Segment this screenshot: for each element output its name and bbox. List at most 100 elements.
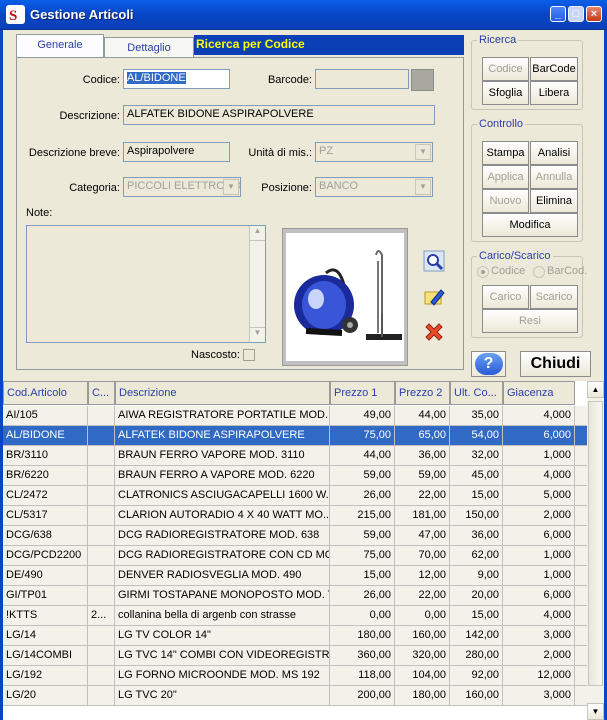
modifica-button[interactable]: Modifica	[482, 213, 578, 237]
column-header-giacenza[interactable]: Giacenza	[503, 381, 575, 405]
column-header-prezzo1[interactable]: Prezzo 1	[330, 381, 395, 405]
cell-prezzo1: 15,00	[330, 566, 395, 586]
cell-c	[88, 446, 115, 466]
column-header-c[interactable]: C...	[88, 381, 115, 405]
cell-c: 2...	[88, 606, 115, 626]
table-row[interactable]: CL/5317 CLARION AUTORADIO 4 X 40 WATT MO.…	[3, 506, 587, 526]
cell-prezzo1: 75,00	[330, 546, 395, 566]
ricerca-barcode-button[interactable]: BarCode	[530, 57, 578, 81]
table-scrollbar[interactable]: ▲ ▼	[587, 381, 604, 720]
carico-button[interactable]: Carico	[482, 285, 529, 309]
column-header-cod-articolo[interactable]: Cod.Articolo	[3, 381, 88, 405]
table-row[interactable]: AI/105 AIWA REGISTRATORE PORTATILE MOD. .…	[3, 406, 587, 426]
cell-cod-articolo: LG/14	[3, 626, 88, 646]
cell-descrizione: DENVER RADIOSVEGLIA MOD. 490	[115, 566, 330, 586]
column-header-ult-costo[interactable]: Ult. Co...	[450, 381, 503, 405]
radio-codice[interactable]	[477, 266, 489, 278]
cell-descrizione: ALFATEK BIDONE ASPIRAPOLVERE	[115, 426, 330, 446]
table-row[interactable]: GI/TP01 GIRMI TOSTAPANE MONOPOSTO MOD. T.…	[3, 586, 587, 606]
table-row[interactable]: DCG/PCD2200 DCG RADIOREGISTRATORE CON CD …	[3, 546, 587, 566]
chiudi-button[interactable]: Chiudi	[520, 351, 591, 377]
zoom-image-icon[interactable]	[423, 250, 445, 272]
cell-c	[88, 586, 115, 606]
cell-descrizione: DCG RADIOREGISTRATORE CON CD MO...	[115, 546, 330, 566]
table-row[interactable]: BR/3110 BRAUN FERRO VAPORE MOD. 3110 44,00…	[3, 446, 587, 466]
scarico-button[interactable]: Scarico	[530, 285, 578, 309]
table-row[interactable]: CL/2472 CLATRONICS ASCIUGACAPELLI 1600 W.…	[3, 486, 587, 506]
cell-prezzo2: 0,00	[395, 606, 450, 626]
cell-c	[88, 666, 115, 686]
table-row[interactable]: LG/20 LG TVC 20" 200,00 180,00 160,00 3,000	[3, 686, 587, 706]
nascosto-checkbox[interactable]	[243, 349, 255, 361]
help-button[interactable]: ?	[471, 351, 506, 377]
resi-button[interactable]: Resi	[482, 309, 578, 333]
radio-codice-label: Codice	[491, 265, 526, 277]
barcode-scan-button[interactable]	[411, 69, 434, 91]
cell-giacenza: 5,000	[503, 486, 575, 506]
cell-prezzo2: 320,00	[395, 646, 450, 666]
cell-descrizione: BRAUN FERRO VAPORE MOD. 3110	[115, 446, 330, 466]
table-row[interactable]: LG/192 LG FORNO MICROONDE MOD. MS 192 118,…	[3, 666, 587, 686]
cell-prezzo2: 47,00	[395, 526, 450, 546]
note-label: Note:	[26, 207, 53, 219]
barcode-input[interactable]	[315, 69, 409, 89]
carico-scarico-title: Carico/Scarico	[477, 250, 553, 262]
cell-descrizione: LG TVC 14" COMBI CON VIDEOREGISTR...	[115, 646, 330, 666]
cell-prezzo1: 75,00	[330, 426, 395, 446]
annulla-button[interactable]: Annulla	[530, 165, 578, 189]
cell-prezzo2: 180,00	[395, 686, 450, 706]
posizione-select[interactable]: BANCO ▼	[315, 177, 433, 197]
scroll-up-icon[interactable]: ▲	[587, 381, 604, 398]
table-row[interactable]: DCG/638 DCG RADIOREGISTRATORE MOD. 638 59,…	[3, 526, 587, 546]
cell-prezzo1: 49,00	[330, 406, 395, 426]
table-row[interactable]: AL/BIDONE ALFATEK BIDONE ASPIRAPOLVERE 75,…	[3, 426, 587, 446]
cell-prezzo2: 104,00	[395, 666, 450, 686]
table-row[interactable]: LG/14COMBI LG TVC 14" COMBI CON VIDEOREGI…	[3, 646, 587, 666]
minimize-button[interactable]: _	[550, 6, 566, 22]
codice-input[interactable]: AL/BIDONE	[123, 69, 230, 89]
column-header-descrizione[interactable]: Descrizione	[115, 381, 330, 405]
table-row[interactable]: DE/490 DENVER RADIOSVEGLIA MOD. 490 15,00 1…	[3, 566, 587, 586]
ricerca-codice-button[interactable]: Codice	[482, 57, 529, 81]
note-scrollbar[interactable]: ▲ ▼	[249, 226, 265, 342]
table-row[interactable]: LG/14 LG TV COLOR 14" 180,00 160,00 142,00 3,…	[3, 626, 587, 646]
cell-ult-costo: 54,00	[450, 426, 503, 446]
unita-select[interactable]: PZ ▼	[315, 142, 433, 162]
delete-image-icon[interactable]	[423, 322, 445, 344]
scroll-thumb[interactable]	[588, 401, 603, 686]
cell-cod-articolo: AI/105	[3, 406, 88, 426]
analisi-button[interactable]: Analisi	[530, 141, 578, 165]
stampa-button[interactable]: Stampa	[482, 141, 529, 165]
categoria-label: Categoria:	[69, 182, 120, 194]
edit-image-icon[interactable]	[423, 286, 445, 308]
cell-ult-costo: 15,00	[450, 486, 503, 506]
sfoglia-button[interactable]: Sfoglia	[482, 81, 529, 105]
close-button[interactable]: ×	[586, 6, 602, 22]
tab-generale[interactable]: Generale	[16, 34, 104, 58]
applica-button[interactable]: Applica	[482, 165, 529, 189]
cell-giacenza: 4,000	[503, 466, 575, 486]
search-mode-banner: Ricerca per Codice	[194, 35, 464, 55]
column-header-prezzo2[interactable]: Prezzo 2	[395, 381, 450, 405]
table-row[interactable]: BR/6220 BRAUN FERRO A VAPORE MOD. 6220 59,…	[3, 466, 587, 486]
cell-cod-articolo: AL/BIDONE	[3, 426, 88, 446]
descrizione-breve-input[interactable]: Aspirapolvere	[123, 142, 230, 162]
scroll-down-icon[interactable]: ▼	[587, 703, 604, 720]
elimina-button[interactable]: Elimina	[530, 189, 578, 213]
cell-prezzo1: 26,00	[330, 586, 395, 606]
cell-descrizione: collanina bella di argenb con strasse	[115, 606, 330, 626]
nuovo-button[interactable]: Nuovo	[482, 189, 529, 213]
libera-button[interactable]: Libera	[530, 81, 578, 105]
categoria-select[interactable]: PICCOLI ELETTRODO ▼	[123, 177, 241, 197]
cell-ult-costo: 36,00	[450, 526, 503, 546]
descrizione-label: Descrizione:	[59, 110, 120, 122]
descrizione-input[interactable]: ALFATEK BIDONE ASPIRAPOLVERE	[123, 105, 435, 125]
cell-giacenza: 12,000	[503, 666, 575, 686]
table-row[interactable]: !KTTS 2... collanina bella di argenb con s…	[3, 606, 587, 626]
radio-barcode[interactable]	[533, 266, 545, 278]
articles-table[interactable]: Cod.Articolo C... Descrizione Prezzo 1 Prezz…	[3, 381, 587, 720]
note-textarea[interactable]	[26, 225, 266, 343]
tab-dettaglio[interactable]: Dettaglio	[104, 37, 194, 59]
cell-descrizione: LG TVC 20"	[115, 686, 330, 706]
chevron-down-icon: ▼	[415, 179, 431, 195]
